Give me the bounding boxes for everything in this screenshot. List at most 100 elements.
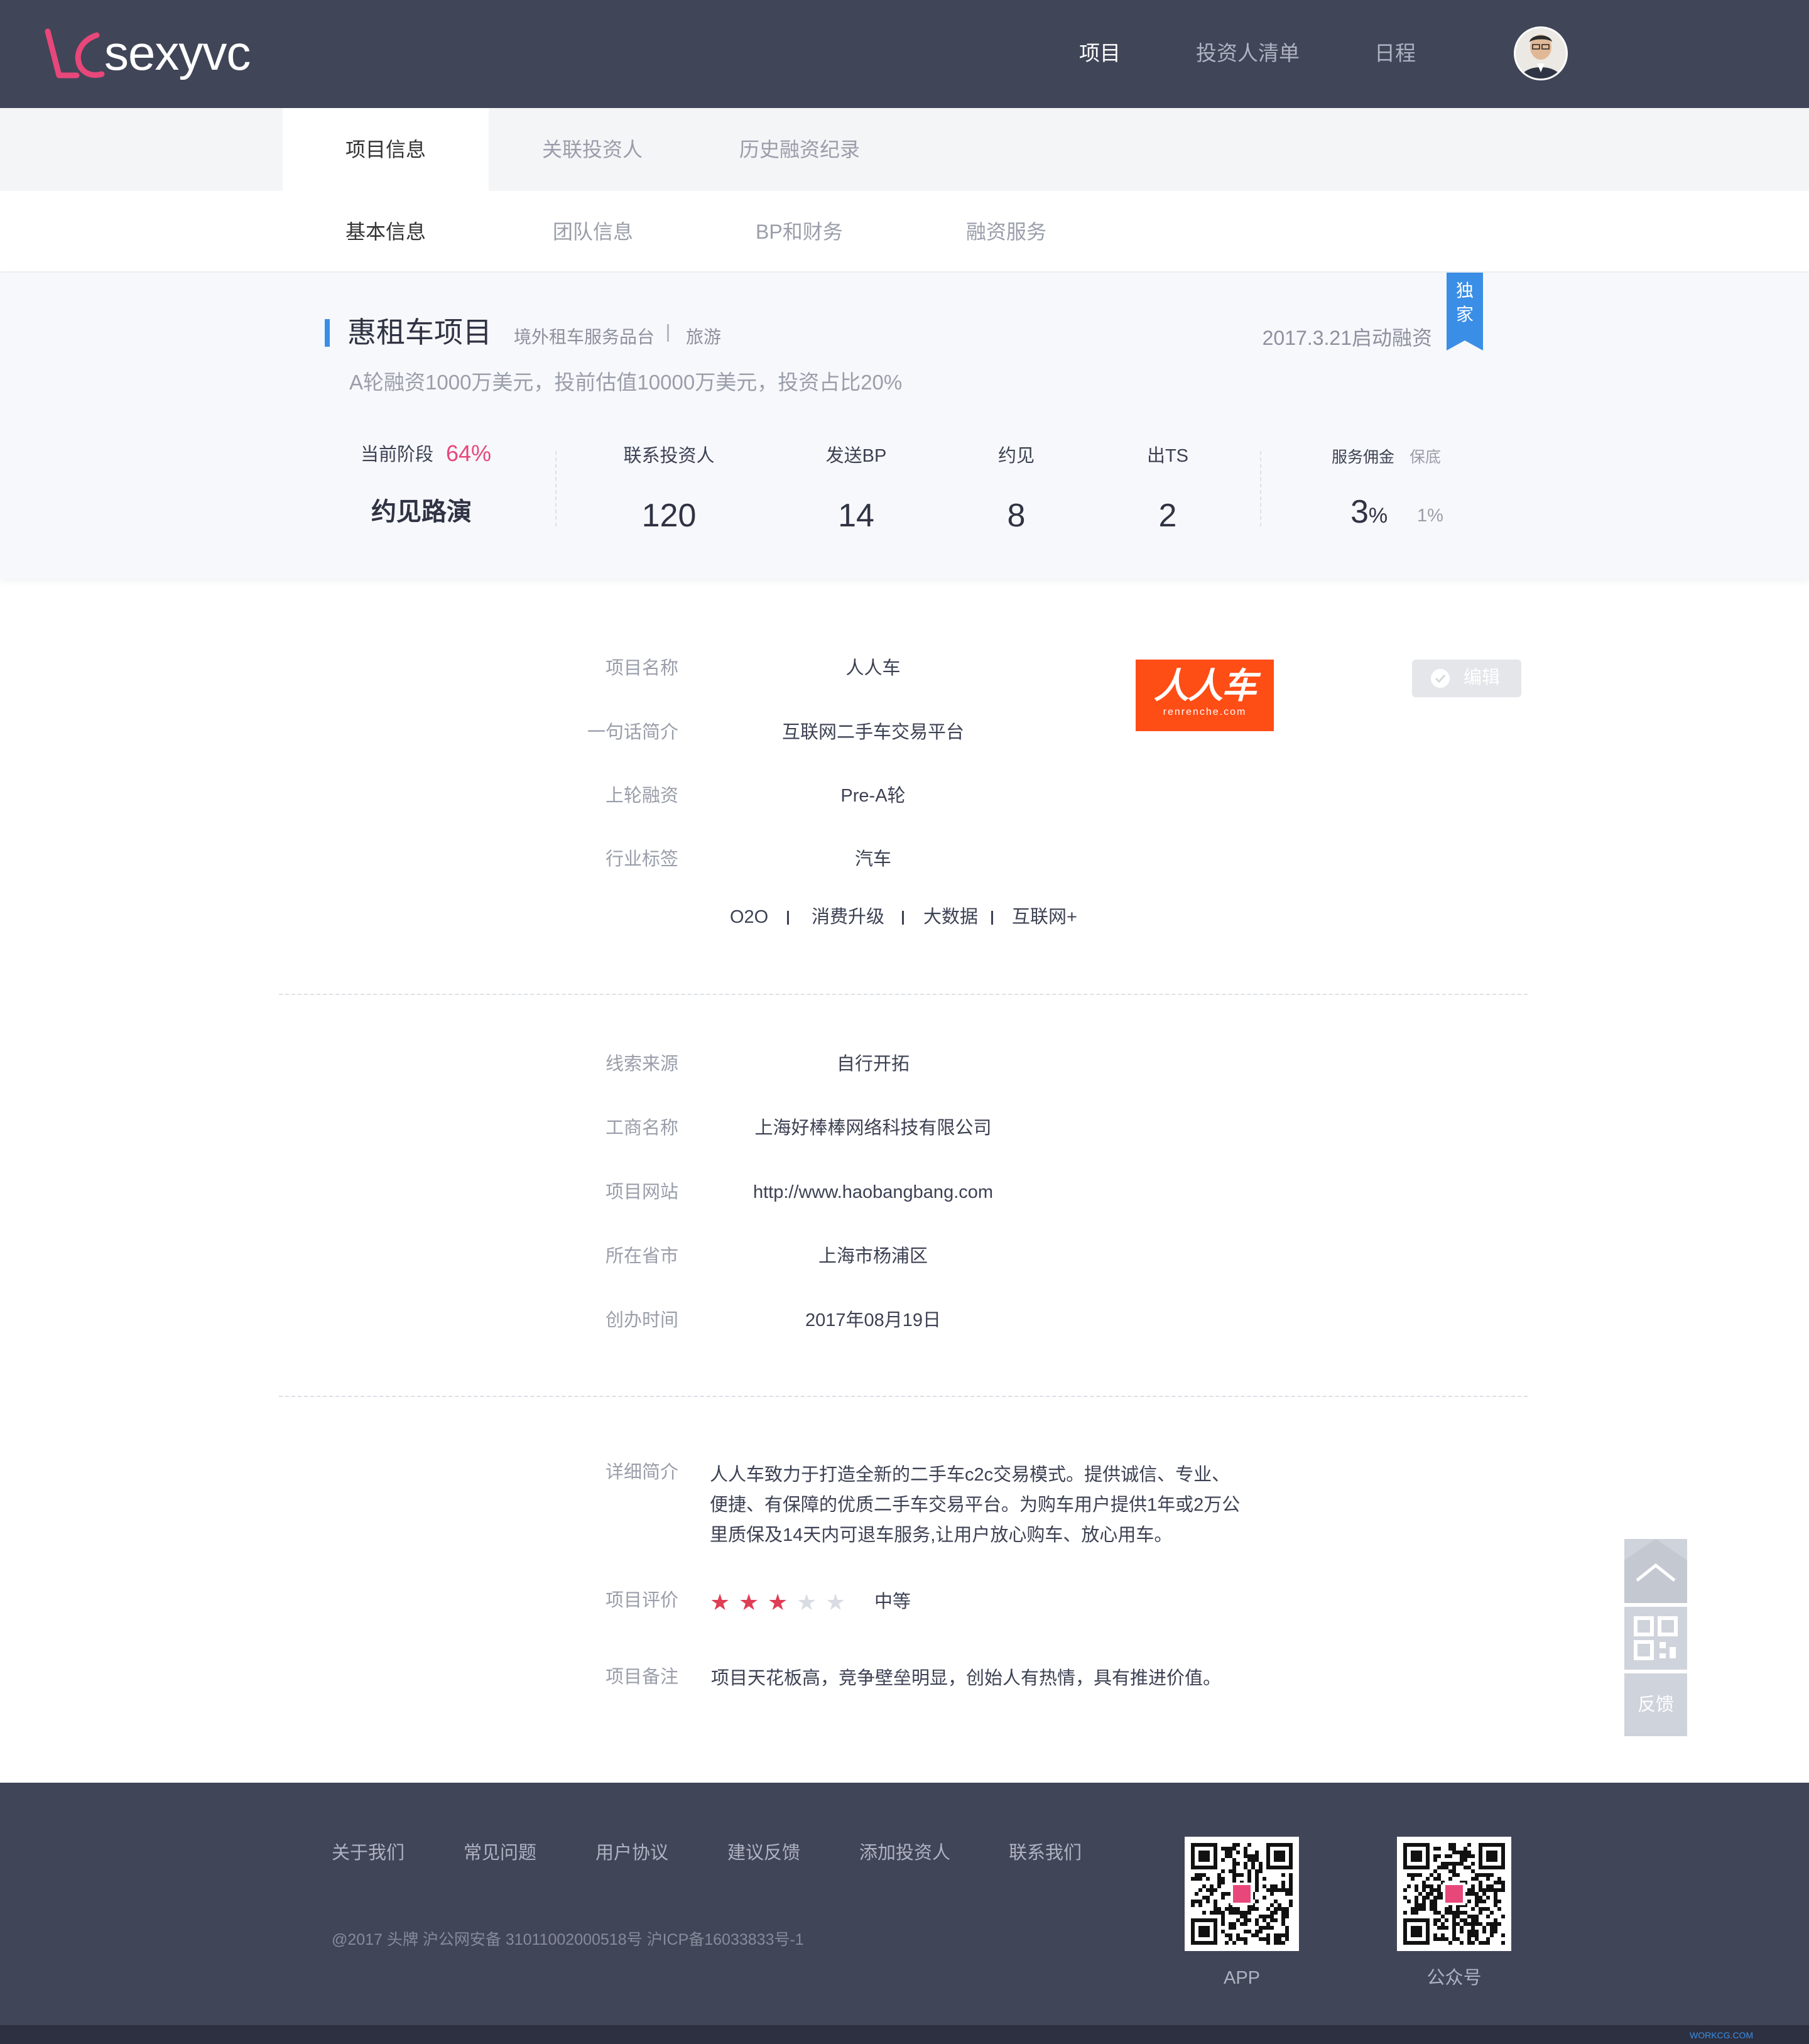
project-logo-name: 人人车 [1154, 666, 1257, 705]
stat-value-meetings: 8 [1007, 497, 1026, 534]
field-value-registered-name: 上海好棒棒网络科技有限公司 [754, 1118, 992, 1138]
industry-tag: 互联网+ [1012, 907, 1077, 927]
industry-tag: 大数据 [923, 907, 979, 927]
tab-team-info[interactable]: 团队信息 [553, 191, 633, 273]
secondary-tab-bar [0, 191, 1809, 273]
ribbon-text: 独家 [1455, 281, 1474, 324]
financing-start-date: 2017.3.21启动融资 [1262, 327, 1432, 349]
project-logo: 人人车 renrenche.com [1136, 660, 1274, 731]
logo-wordmark: sexyvc [104, 25, 251, 80]
field-value-note: 项目天花板高，竞争壁垒明显，创始人有热情，具有推进价值。 [711, 1668, 1222, 1688]
edit-check-icon [1431, 669, 1450, 688]
star-empty-icon[interactable]: ★ [796, 1589, 817, 1616]
field-value-lead-source: 自行开拓 [836, 1054, 910, 1074]
stat-value-term-sheets: 2 [1158, 497, 1177, 534]
intro-line: 人人车致力于打造全新的二手车c2c交易模式。提供诚信、专业、 [710, 1465, 1230, 1485]
project-tag-industry: 旅游 [686, 327, 722, 347]
industry-tag: O2O [730, 907, 769, 927]
financing-description: A轮融资1000万美元，投前估值10000万美元，投资占比20% [349, 371, 903, 394]
field-value-founded: 2017年08月19日 [805, 1310, 942, 1330]
stat-divider [555, 451, 557, 526]
field-value-location: 上海市杨浦区 [818, 1246, 928, 1266]
tab-basic-info[interactable]: 基本信息 [345, 191, 426, 273]
field-value-intro: 人人车致力于打造全新的二手车c2c交易模式。提供诚信、专业、 便捷、有保障的优质… [710, 1460, 1244, 1550]
stat-label-term-sheets: 出TS [1146, 446, 1189, 466]
stage-value: 约见路演 [371, 498, 472, 526]
arrow-up-icon [1624, 1539, 1687, 1603]
stat-value-contacts: 120 [641, 497, 697, 534]
section-divider [279, 994, 1528, 995]
intro-line: 便捷、有保障的优质二手车交易平台。为购车用户提供1年或2万公 [710, 1495, 1241, 1515]
commission-rate: 3% [1350, 490, 1388, 542]
tab-related-investors[interactable]: 关联投资人 [489, 108, 696, 191]
stat-label-bp-sent: 发送BP [825, 446, 887, 466]
field-value-industry: 汽车 [854, 849, 891, 869]
tab-project-info[interactable]: 项目信息 [283, 108, 489, 191]
field-label-intro: 详细简介 [605, 1462, 678, 1482]
nav-investor-list[interactable]: 投资人清单 [1196, 38, 1300, 69]
footer-link-faq[interactable]: 常见问题 [464, 1839, 536, 1867]
app-qr-label: APP [1223, 1968, 1261, 1988]
stage-progress: 64% [446, 440, 492, 466]
field-value-project-name: 人人车 [845, 658, 901, 678]
check-icon [1435, 674, 1446, 683]
project-tag-category: 境外租车服务品台 [514, 327, 655, 347]
star-empty-icon[interactable]: ★ [825, 1589, 845, 1616]
app-qr-code [1185, 1837, 1299, 1951]
footer-link-add-investor[interactable]: 添加投资人 [859, 1839, 950, 1867]
stat-value-bp-sent: 14 [838, 497, 874, 534]
field-label-rating: 项目评价 [605, 1590, 678, 1611]
credit-text: WORKCG.COM [1690, 2030, 1754, 2040]
stage-label: 当前阶段 [361, 445, 434, 465]
field-value-last-round: Pre-A轮 [840, 786, 906, 806]
footer-link-terms[interactable]: 用户协议 [595, 1839, 668, 1867]
wechat-qr-code [1397, 1837, 1511, 1951]
commission-unit: % [1368, 504, 1388, 528]
qr-code-icon [1634, 1616, 1678, 1660]
rating-text: 中等 [874, 1592, 911, 1612]
section-divider [279, 1396, 1528, 1397]
commission-min-value: 1% [1417, 506, 1443, 526]
primary-tab-bar [0, 108, 1809, 191]
stat-divider [1260, 451, 1261, 526]
feedback-button[interactable]: 反馈 [1624, 1673, 1687, 1736]
footer-link-about[interactable]: 关于我们 [332, 1839, 405, 1867]
project-title: 惠租车项目 [347, 316, 492, 349]
tag-divider [902, 911, 904, 925]
tag-divider [787, 911, 789, 925]
footer-link-contact[interactable]: 联系我们 [1009, 1839, 1082, 1867]
qr-code-button[interactable] [1624, 1607, 1687, 1670]
copyright: @2017 头牌 沪公网安备 31011002000518号 沪ICP备1603… [332, 1931, 804, 1949]
intro-line: 里质保及14天内可退车服务,让用户放心购车、放心用车。 [710, 1525, 1173, 1545]
tag-divider [667, 324, 669, 342]
title-accent-bar [325, 319, 330, 347]
exclusive-ribbon-label: 独家 [1447, 279, 1483, 327]
nav-schedule[interactable]: 日程 [1374, 38, 1416, 69]
commission-label: 服务佣金 [1332, 448, 1395, 466]
footer-bottom-bar [0, 2025, 1809, 2044]
nav-projects[interactable]: 项目 [1079, 38, 1121, 69]
footer-link-feedback[interactable]: 建议反馈 [727, 1839, 800, 1867]
field-label-note: 项目备注 [605, 1667, 678, 1687]
tab-financing-history[interactable]: 历史融资纪录 [696, 108, 903, 191]
field-value-tagline: 互联网二手车交易平台 [781, 722, 964, 742]
project-logo-url: renrenche.com [1163, 707, 1247, 717]
qr-code-icon [1403, 1843, 1505, 1945]
edit-button-label[interactable]: 编辑 [1464, 663, 1500, 692]
tab-bp-finance[interactable]: BP和财务 [756, 191, 843, 273]
footer [0, 1783, 1809, 2025]
stat-label-contacts: 联系投资人 [623, 446, 715, 466]
qr-code-icon [1191, 1843, 1293, 1945]
field-value-website[interactable]: http://www.haobangbang.com [590, 1178, 1156, 1206]
star-filled-icon[interactable]: ★ [710, 1589, 730, 1616]
tab-financing-service[interactable]: 融资服务 [966, 191, 1046, 273]
avatar-person-icon [1516, 28, 1566, 79]
stat-label-meetings: 约见 [997, 446, 1035, 466]
back-to-top-button[interactable] [1624, 1539, 1687, 1603]
star-filled-icon[interactable]: ★ [768, 1589, 788, 1616]
industry-tag: 消费升级 [812, 907, 885, 927]
tag-divider [991, 911, 993, 925]
star-filled-icon[interactable]: ★ [739, 1589, 759, 1616]
commission-value: 3 [1350, 494, 1369, 530]
user-avatar[interactable] [1514, 26, 1568, 80]
